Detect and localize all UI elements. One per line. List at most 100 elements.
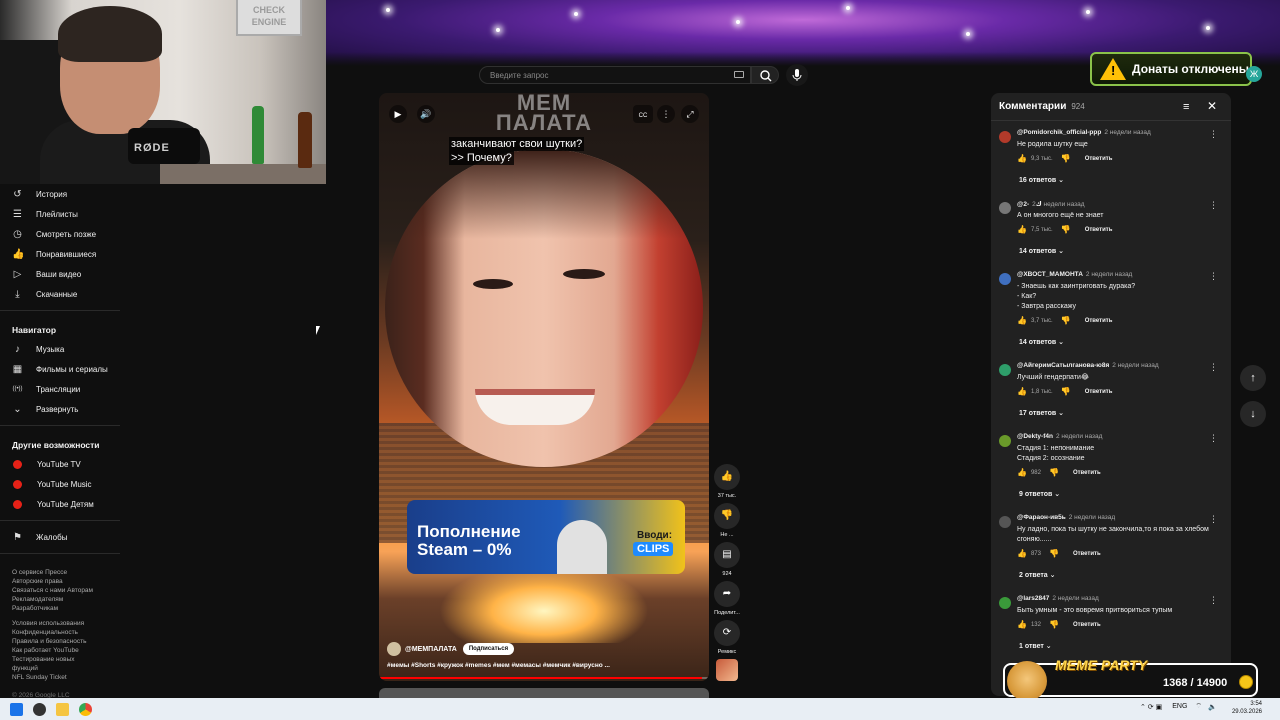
sidebar-item-report[interactable]: ⚑ Жалобы [0, 527, 120, 547]
reply-button[interactable]: Ответить [1085, 389, 1113, 395]
tray-icons[interactable]: ⌃ ⟳ ▣ [1140, 703, 1162, 711]
comment-author[interactable]: @АйгеримСатылганова-ю8я [1017, 362, 1109, 369]
captions-button[interactable]: CC [633, 105, 653, 123]
comment-author[interactable]: @Dekty-f4n [1017, 433, 1053, 440]
footer-link[interactable]: Рекламодателям [12, 595, 108, 604]
comment-avatar[interactable] [999, 273, 1011, 285]
thumb-up-icon[interactable]: 👍 [1017, 225, 1027, 234]
comment-avatar[interactable] [999, 131, 1011, 143]
file-explorer-icon[interactable] [56, 702, 69, 716]
keyboard-icon[interactable] [734, 71, 744, 78]
previous-short-button[interactable]: ↑ [1240, 365, 1266, 391]
thumb-down-icon[interactable]: 👎 [1061, 387, 1071, 396]
comments-button[interactable]: ▤ [714, 542, 740, 568]
sidebar-item-watch-later[interactable]: ◷ Смотреть позже [0, 224, 120, 244]
search-input[interactable] [480, 67, 720, 83]
footer-link[interactable]: Правила и безопасность [12, 637, 108, 646]
sidebar-item-music[interactable]: ♪ Музыка [0, 339, 120, 359]
comment-author[interactable]: @Фараон-ив5ь [1017, 514, 1066, 521]
ad-banner-steam[interactable]: Пополнение Steam – 0% Вводи: CLIPS [407, 500, 685, 574]
close-icon[interactable]: ✕ [1207, 99, 1217, 113]
share-action[interactable]: ➦ Поделит... [713, 581, 741, 616]
footer-link[interactable]: Авторские права [12, 577, 108, 586]
thumb-down-icon[interactable]: 👎 [1049, 468, 1059, 477]
thumb-up-icon[interactable]: 👍 [1017, 154, 1027, 163]
more-vert-icon[interactable]: ⋮ [1209, 514, 1218, 525]
more-vert-icon[interactable]: ⋮ [1209, 433, 1218, 444]
remix-action[interactable]: ⟳ Ремикс [713, 620, 741, 655]
reply-button[interactable]: Ответить [1073, 551, 1101, 557]
sidebar-item-movies[interactable]: ▦ Фильмы и сериалы [0, 359, 120, 379]
view-replies-button[interactable]: 14 ответов ⌄ [1019, 247, 1064, 255]
comment-avatar[interactable] [999, 364, 1011, 376]
like-button[interactable]: 👍 [714, 464, 740, 490]
footer-link[interactable]: NFL Sunday Ticket [12, 673, 108, 682]
channel-avatar[interactable] [387, 642, 401, 656]
sidebar-item-expand[interactable]: ⌄ Развернуть [0, 399, 120, 419]
chrome-icon[interactable] [79, 702, 92, 716]
footer-link[interactable]: Как работает YouTube [12, 646, 108, 655]
share-button[interactable]: ➦ [714, 581, 740, 607]
view-replies-button[interactable]: 17 ответов ⌄ [1019, 409, 1064, 417]
thumb-down-icon[interactable]: 👎 [1049, 620, 1059, 629]
channel-name[interactable]: @МЕМПАЛАТА [405, 646, 457, 653]
footer-link[interactable]: функций [12, 664, 108, 673]
remix-button[interactable]: ⟳ [714, 620, 740, 646]
video-progress-bar[interactable] [379, 677, 709, 679]
reply-button[interactable]: Ответить [1073, 470, 1101, 476]
view-replies-button[interactable]: 16 ответов ⌄ [1019, 176, 1064, 184]
volume-button[interactable]: 🔊 [417, 105, 435, 123]
sidebar-item-youtube-kids[interactable]: YouTube Детям [0, 494, 120, 514]
footer-link[interactable]: Конфиденциальность [12, 628, 108, 637]
like-action[interactable]: 👍 37 тыс. [713, 464, 741, 499]
comment-avatar[interactable] [999, 597, 1011, 609]
search-button[interactable] [751, 66, 779, 84]
view-replies-button[interactable]: 1 ответ ⌄ [1019, 642, 1052, 650]
comment-author[interactable]: @2-ك [1017, 201, 1042, 208]
comment-avatar[interactable] [999, 516, 1011, 528]
thumb-up-icon[interactable]: 👍 [1017, 387, 1027, 396]
more-vert-icon[interactable]: ⋮ [1209, 200, 1218, 211]
sidebar-item-live[interactable]: ((•)) Трансляции [0, 379, 120, 399]
fullscreen-button[interactable]: ⤢ [681, 105, 699, 123]
footer-link[interactable]: Разработчикам [12, 604, 108, 613]
footer-link[interactable]: О сервисе Прессе [12, 568, 108, 577]
reply-button[interactable]: Ответить [1085, 318, 1113, 324]
more-options-button[interactable]: ⋮ [657, 105, 675, 123]
thumb-down-icon[interactable]: 👎 [1049, 549, 1059, 558]
thumb-up-icon[interactable]: 👍 [1017, 620, 1027, 629]
footer-link[interactable]: Тестирование новых [12, 655, 108, 664]
sidebar-item-liked[interactable]: 👍 Понравившиеся [0, 244, 120, 264]
sidebar-item-history[interactable]: ↺ История [0, 184, 120, 204]
sound-thumbnail[interactable] [716, 659, 738, 681]
shorts-player[interactable]: МЕМ ПАЛАТА заканчивают свои шутки? >> По… [379, 93, 709, 681]
comment-author[interactable]: @XВОСТ_МАМОНТА [1017, 271, 1083, 278]
view-replies-button[interactable]: 9 ответов ⌄ [1019, 490, 1060, 498]
more-vert-icon[interactable]: ⋮ [1209, 271, 1218, 282]
more-vert-icon[interactable]: ⋮ [1209, 595, 1218, 606]
comment-author[interactable]: @lars2847 [1017, 595, 1049, 602]
play-button[interactable]: ▶ [389, 105, 407, 123]
thumb-up-icon[interactable]: 👍 [1017, 468, 1027, 477]
windows-start-icon[interactable] [10, 702, 23, 716]
dislike-button[interactable]: 👎 [714, 503, 740, 529]
more-vert-icon[interactable]: ⋮ [1209, 362, 1218, 373]
view-replies-button[interactable]: 14 ответов ⌄ [1019, 338, 1064, 346]
video-hashtags[interactable]: #мемы #Shorts #кружок #memes #мем #мемас… [387, 662, 610, 669]
footer-link[interactable]: Связаться с нами Авторам [12, 586, 108, 595]
thumb-up-icon[interactable]: 👍 [1017, 549, 1027, 558]
system-clock[interactable]: 3:54 29.03.2026 [1228, 700, 1262, 716]
thumb-up-icon[interactable]: 👍 [1017, 316, 1027, 325]
reply-button[interactable]: Ответить [1073, 622, 1101, 628]
thumb-down-icon[interactable]: 👎 [1061, 225, 1071, 234]
footer-link[interactable]: Условия использования [12, 619, 108, 628]
sidebar-item-playlists[interactable]: ☰ Плейлисты [0, 204, 120, 224]
yandex-browser-icon[interactable] [33, 702, 46, 716]
next-short-preview[interactable] [379, 688, 709, 698]
next-short-button[interactable]: ↓ [1240, 401, 1266, 427]
network-icon[interactable]: ⌔ [1195, 702, 1202, 711]
voice-search-button[interactable] [786, 64, 808, 86]
sidebar-item-downloads[interactable]: ⤓ Скачанные [0, 284, 120, 304]
language-indicator[interactable]: ENG [1172, 703, 1187, 710]
reply-button[interactable]: Ответить [1085, 227, 1113, 233]
